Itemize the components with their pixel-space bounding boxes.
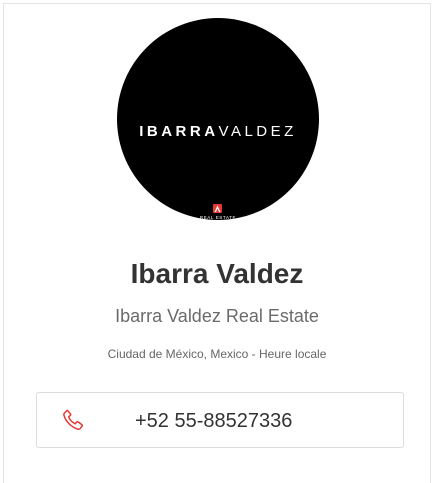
logo-wordmark: IBARRAVALDEZ [117,123,319,141]
phone-icon [61,408,85,432]
logo-sub-label: REAL ESTATE [199,215,237,220]
phone-number: +52 55-88527336 [135,410,293,432]
agent-name: Ibarra Valdez [130,258,304,289]
phone-button[interactable]: +52 55-88527336 [36,392,404,448]
agency-logo: IBARRAVALDEZ REAL ESTATE [117,18,319,220]
agent-location: Ciudad de México, Mexico - Heure locale [107,347,327,361]
logo-wordmark-bold: IBARRA [139,123,219,140]
logo-wordmark-light: VALDEZ [218,123,297,140]
agent-profile-card: IBARRAVALDEZ REAL ESTATE Ibarra Valdez I… [3,3,431,483]
agency-name: Ibarra Valdez Real Estate [115,306,319,326]
logo-house-icon [213,204,222,213]
